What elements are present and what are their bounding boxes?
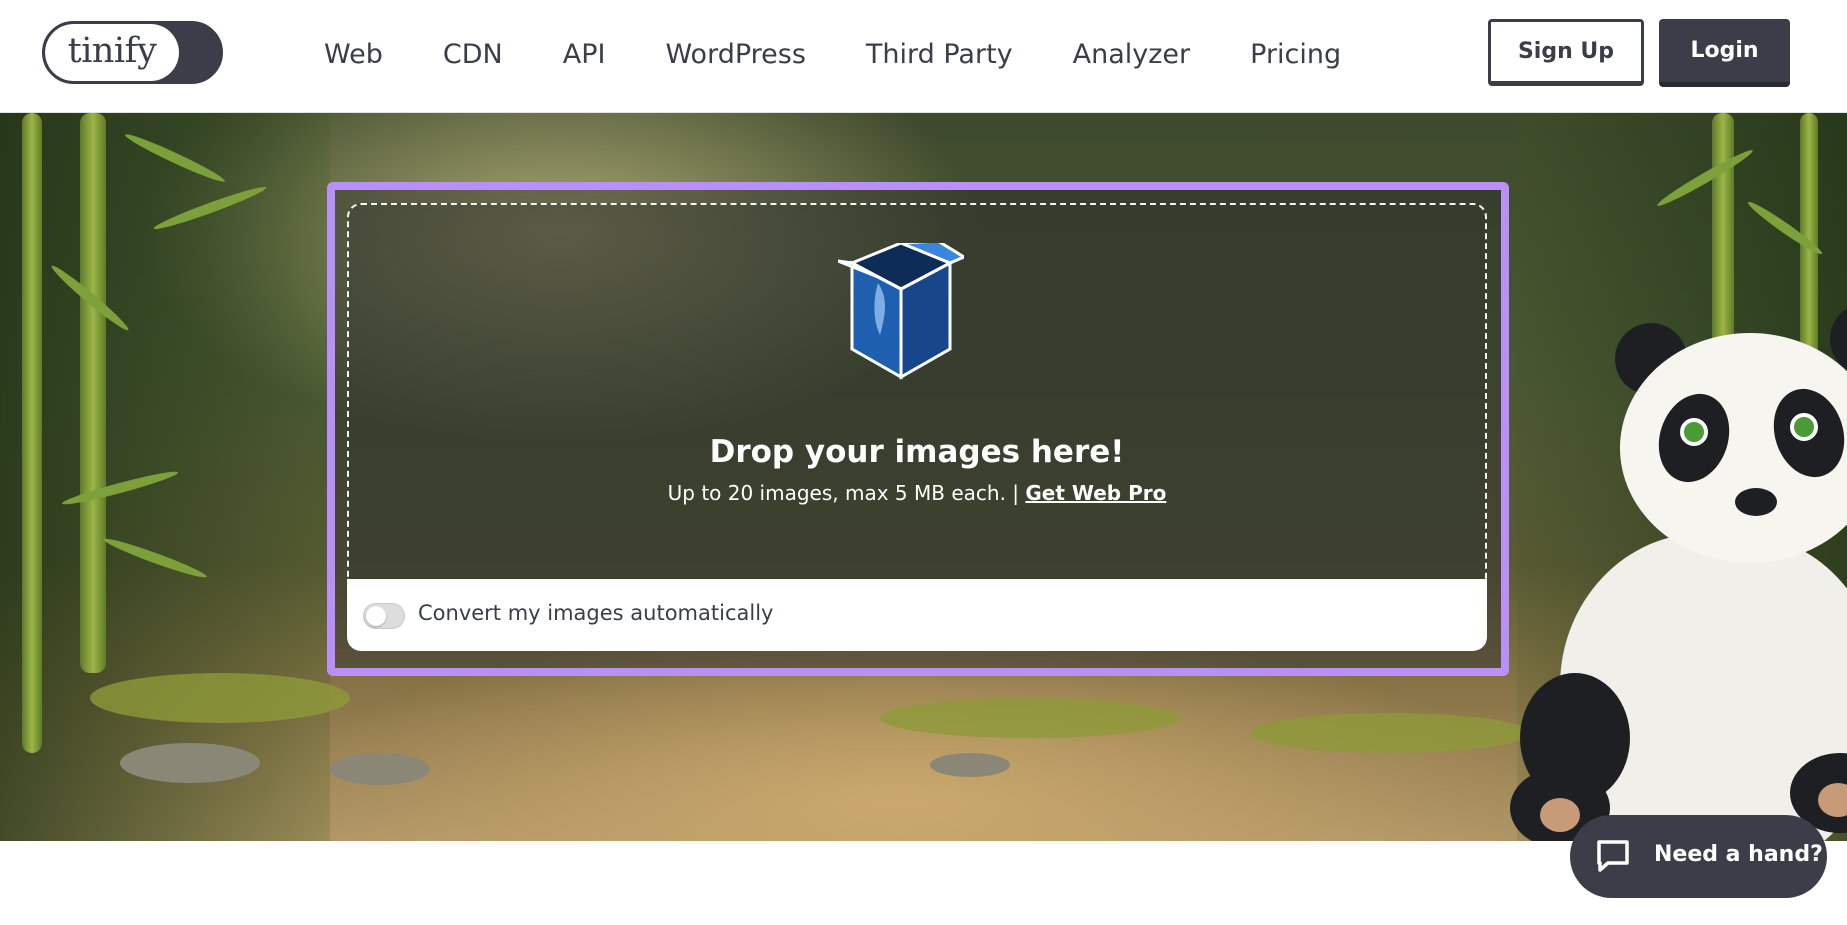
panda-eye	[1680, 418, 1708, 446]
logo-text: tinify	[67, 30, 157, 71]
panda-mascot	[1500, 303, 1847, 841]
moss-patch	[90, 673, 350, 723]
site-header: tinify Web CDN API WordPress Third Party…	[0, 0, 1847, 113]
get-web-pro-link[interactable]: Get Web Pro	[1025, 481, 1166, 505]
bamboo-stalk	[22, 113, 42, 753]
dropzone-limit-text: Up to 20 images, max 5 MB each. |	[667, 481, 1020, 505]
convert-bar: Convert my images automatically	[347, 579, 1487, 651]
toggle-knob	[366, 606, 386, 626]
open-box-icon	[838, 243, 964, 380]
nav-item-third-party[interactable]: Third Party	[866, 39, 1013, 70]
main-nav: Web CDN API WordPress Third Party Analyz…	[324, 30, 1341, 78]
rock	[330, 753, 430, 785]
help-button[interactable]: Need a hand?	[1570, 815, 1827, 898]
convert-toggle[interactable]	[363, 603, 405, 629]
signup-button[interactable]: Sign Up	[1488, 19, 1644, 86]
paw-pad	[1540, 798, 1580, 832]
dropzone-title: Drop your images here!	[709, 434, 1125, 470]
chat-bubble-icon	[1597, 840, 1629, 872]
rock	[120, 743, 260, 783]
rock	[930, 753, 1010, 777]
login-button[interactable]: Login	[1659, 19, 1790, 87]
paw-pad	[1818, 783, 1847, 817]
dropzone-subtitle: Up to 20 images, max 5 MB each. | Get We…	[347, 481, 1487, 505]
panda-eye	[1790, 413, 1818, 441]
nav-item-web[interactable]: Web	[324, 39, 383, 70]
moss-patch	[880, 698, 1180, 738]
convert-label: Convert my images automatically	[418, 601, 774, 625]
panda-nose	[1735, 488, 1777, 516]
nav-item-analyzer[interactable]: Analyzer	[1073, 39, 1191, 70]
help-label: Need a hand?	[1654, 842, 1823, 867]
bamboo-stalk	[80, 113, 106, 673]
logo-pill: tinify	[45, 24, 179, 81]
nav-item-pricing[interactable]: Pricing	[1250, 39, 1341, 70]
nav-item-wordpress[interactable]: WordPress	[665, 39, 805, 70]
nav-item-cdn[interactable]: CDN	[443, 39, 503, 70]
moss-patch	[1250, 713, 1530, 753]
tinify-logo[interactable]: tinify	[42, 21, 223, 84]
nav-item-api[interactable]: API	[563, 39, 606, 70]
